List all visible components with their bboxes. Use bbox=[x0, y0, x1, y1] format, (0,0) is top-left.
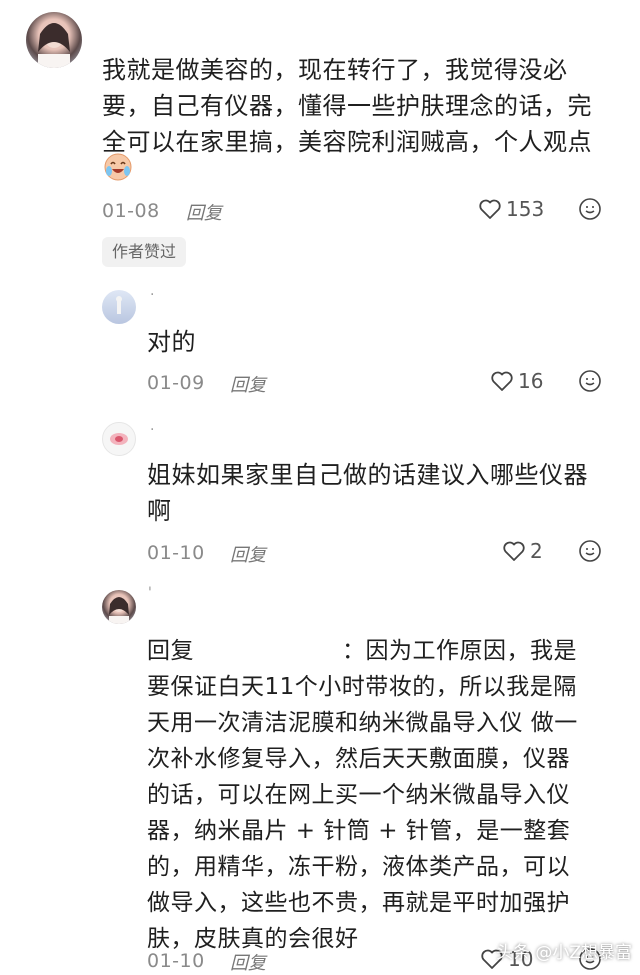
emoji-react-icon[interactable] bbox=[578, 369, 602, 393]
heart-icon bbox=[503, 541, 525, 561]
laughing-crying-emoji-icon bbox=[103, 152, 133, 182]
avatar-image bbox=[110, 433, 128, 445]
user-name[interactable]: . bbox=[150, 283, 154, 299]
comment-date: 01-08 bbox=[102, 200, 160, 222]
like-button[interactable]: 2 bbox=[502, 538, 543, 564]
reply-text-line: 要保证白天11个小时带妆的，所以我是隔 bbox=[147, 674, 577, 700]
reply-button[interactable]: 回复 bbox=[230, 949, 266, 975]
user-name[interactable]: ' bbox=[148, 585, 152, 601]
heart-icon bbox=[491, 371, 513, 391]
reply-to-prefix: 回复 bbox=[147, 638, 194, 664]
reply-text-line: 回复 ：因为工作原因，我是 bbox=[147, 633, 617, 669]
reply-date: 01-10 bbox=[147, 950, 205, 972]
reply-text-line: ：因为工作原因，我是 bbox=[342, 638, 577, 664]
user-name[interactable]: . bbox=[150, 418, 154, 434]
avatar[interactable] bbox=[26, 12, 82, 68]
like-count: 153 bbox=[506, 197, 545, 221]
avatar-image bbox=[109, 597, 129, 624]
watermark: 头条 @小Z想暴富 bbox=[496, 943, 633, 963]
reply-text-line: 的，用精华，冻干粉，液体类产品，可以 bbox=[147, 854, 570, 880]
comment-text-line: 全可以在家里搞，美容院利润贼高，个人观点 bbox=[102, 128, 592, 156]
like-count: 2 bbox=[530, 539, 543, 563]
like-button[interactable]: 16 bbox=[490, 368, 543, 394]
reply-text-line: 姐妹如果家里自己做的话建议入哪些仪器 bbox=[147, 461, 588, 489]
comment-text-line: 我就是做美容的，现在转行了，我觉得没必 bbox=[102, 56, 568, 84]
reply-text-line: 对的 bbox=[147, 328, 196, 356]
reply-button[interactable]: 回复 bbox=[230, 371, 266, 397]
avatar-image bbox=[38, 23, 70, 68]
reply-button[interactable]: 回复 bbox=[230, 541, 266, 567]
author-liked-badge: 作者赞过 bbox=[102, 237, 187, 267]
heart-icon bbox=[479, 199, 501, 219]
reply-date: 01-10 bbox=[147, 542, 205, 564]
reply-text-line: 器，纳米晶片 + 针筒 + 针管，是一整套 bbox=[147, 818, 571, 844]
comment-text-line: 要，自己有仪器，懂得一些护肤理念的话，完 bbox=[102, 92, 592, 120]
like-button[interactable]: 153 bbox=[478, 196, 544, 222]
reply-date: 01-09 bbox=[147, 372, 205, 394]
avatar-image bbox=[116, 296, 122, 314]
avatar[interactable] bbox=[102, 290, 136, 324]
reply-text-line: 啊 bbox=[147, 497, 172, 525]
reply-text-line: 的话，可以在网上买一个纳米微晶导入仪 bbox=[147, 782, 570, 808]
reply-text-line: 做导入，这些也不贵，再就是平时加强护 bbox=[147, 890, 570, 916]
like-count: 16 bbox=[518, 369, 544, 393]
reply-text-line: 次补水修复导入，然后天天敷面膜，仪器 bbox=[147, 746, 570, 772]
avatar[interactable] bbox=[102, 422, 136, 456]
emoji-react-icon[interactable] bbox=[578, 539, 602, 563]
avatar[interactable] bbox=[102, 590, 136, 624]
reply-text-line: 天用一次清洁泥膜和纳米微晶导入仪 做一 bbox=[147, 710, 578, 736]
emoji-react-icon[interactable] bbox=[578, 197, 602, 221]
reply-button[interactable]: 回复 bbox=[186, 199, 222, 225]
